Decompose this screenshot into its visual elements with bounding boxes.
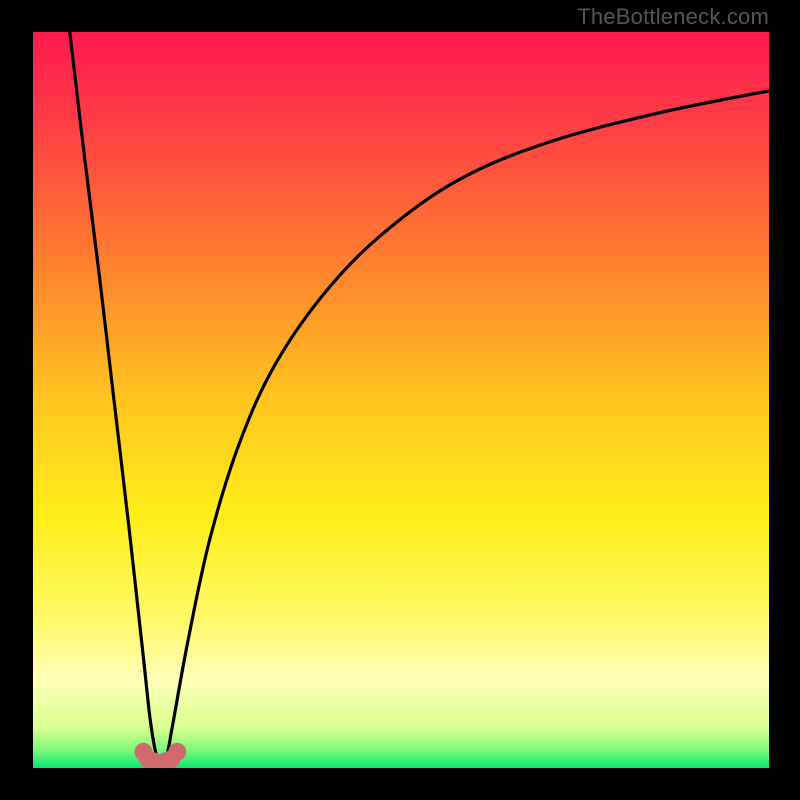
valley-marker xyxy=(168,743,186,761)
plot-svg xyxy=(33,32,769,768)
plot-area xyxy=(33,32,769,768)
watermark-text: TheBottleneck.com xyxy=(577,4,769,30)
chart-frame: TheBottleneck.com xyxy=(0,0,800,800)
